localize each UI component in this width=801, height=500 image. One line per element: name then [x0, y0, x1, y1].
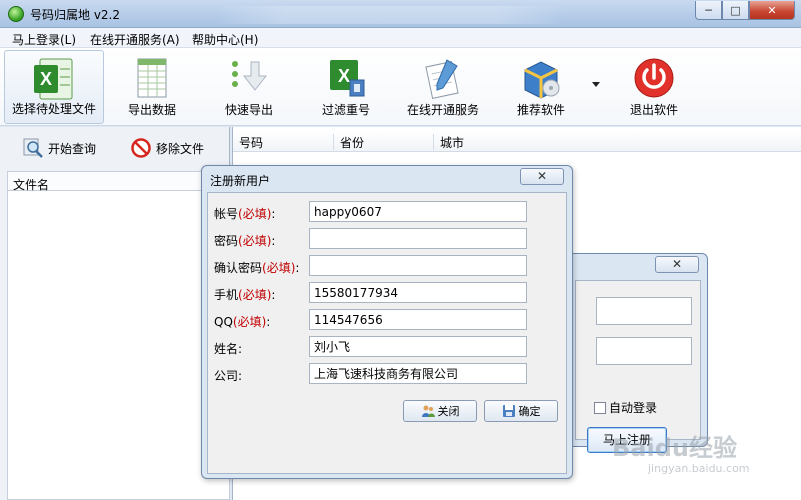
login-dialog-body: 自动登录 马上注册 — [575, 280, 701, 453]
menu-bar: 马上登录(L) 在线开通服务(A) 帮助中心(H) — [0, 28, 801, 48]
left-panel: 开始查询 移除文件 文件名 — [0, 127, 230, 500]
exit-label: 退出软件 — [629, 103, 678, 117]
power-icon — [634, 58, 674, 98]
watermark-sub-text: jingyan.baidu.com — [648, 462, 750, 475]
login-dialog: ✕ 自动登录 马上注册 — [568, 253, 708, 453]
quick-export-button[interactable]: 快速导出 — [216, 50, 282, 124]
online-service-button[interactable]: 在线开通服务 — [402, 50, 484, 124]
name-label: 姓名: — [214, 342, 243, 356]
filter-duplicates-label: 过滤重号 — [321, 103, 370, 117]
menu-online-service[interactable]: 在线开通服务(A) — [90, 31, 180, 48]
svg-text:X: X — [338, 66, 350, 86]
name-input[interactable] — [309, 336, 527, 357]
remove-file-label: 移除文件 — [156, 141, 205, 156]
company-input[interactable] — [309, 363, 527, 384]
watermark-main-text: Baidu经验 — [612, 434, 737, 462]
download-arrow-icon — [232, 61, 268, 91]
register-dialog-title: 注册新用户 — [210, 174, 271, 188]
register-close-button[interactable]: ✕ — [520, 168, 564, 185]
register-form: 帐号(必填): 密码(必填): 确认密码(必填): 手机(必填): QQ(必填)… — [207, 192, 567, 474]
window-title: 号码归属地 v2.2 — [30, 8, 121, 22]
export-data-button[interactable]: 导出数据 — [118, 50, 186, 124]
svg-text:X: X — [40, 69, 52, 89]
excel-file-icon: X — [34, 58, 73, 100]
company-label: 公司: — [214, 369, 243, 383]
dropdown-arrow-icon[interactable] — [592, 82, 600, 87]
remove-file-button[interactable]: 移除文件 — [130, 135, 204, 161]
select-file-button[interactable]: X 选择待处理文件 — [4, 50, 104, 124]
dialog-close-label: 关闭 — [437, 405, 460, 418]
column-city[interactable]: 城市 — [433, 134, 464, 150]
save-icon — [502, 405, 515, 417]
file-list[interactable] — [7, 191, 230, 500]
toolbar: X 选择待处理文件 导出数据 快速导出 X 过滤重号 在线开通服务 推荐软件 退… — [0, 48, 801, 126]
login-close-button[interactable]: ✕ — [655, 256, 699, 273]
menu-login[interactable]: 马上登录(L) — [12, 31, 76, 48]
prohibit-icon — [131, 138, 151, 158]
phone-input[interactable] — [309, 282, 527, 303]
column-province[interactable]: 省份 — [333, 134, 364, 150]
auto-login-option[interactable]: 自动登录 — [594, 399, 657, 416]
document-pen-icon — [425, 59, 459, 99]
confirm-password-label: 确认密码(必填): — [214, 261, 300, 275]
menu-help[interactable]: 帮助中心(H) — [192, 31, 258, 48]
column-number[interactable]: 号码 — [233, 134, 263, 150]
grid-header: 号码 省份 城市 — [233, 130, 801, 152]
auto-login-checkbox[interactable] — [594, 401, 606, 414]
online-service-label: 在线开通服务 — [406, 103, 479, 117]
background-taskbar-ghost — [215, 6, 565, 24]
dialog-close-button[interactable]: 关闭 — [403, 400, 477, 422]
app-icon — [8, 6, 24, 22]
software-box-icon — [524, 61, 560, 99]
file-name-column-header[interactable]: 文件名 — [7, 171, 230, 192]
close-button[interactable]: ✕ — [749, 1, 795, 20]
excel-filter-icon: X — [330, 60, 365, 97]
register-dialog: 注册新用户 ✕ 帐号(必填): 密码(必填): 确认密码(必填): 手机(必填)… — [201, 165, 573, 479]
baidu-watermark: Baidu经验 jingyan.baidu.com — [612, 428, 792, 498]
filter-duplicates-button[interactable]: X 过滤重号 — [312, 50, 380, 124]
magnifier-icon — [23, 138, 43, 158]
password-input[interactable] — [309, 228, 527, 249]
quick-export-label: 快速导出 — [224, 103, 273, 117]
account-input[interactable] — [309, 201, 527, 222]
qq-label: QQ(必填): — [214, 315, 271, 329]
confirm-password-input[interactable] — [309, 255, 527, 276]
start-query-label: 开始查询 — [48, 141, 97, 156]
maximize-button[interactable]: □ — [722, 1, 749, 20]
minimize-button[interactable]: ─ — [695, 1, 722, 20]
exit-button[interactable]: 退出软件 — [622, 50, 686, 124]
login-account-input[interactable] — [596, 297, 692, 325]
phone-label: 手机(必填): — [214, 288, 276, 302]
login-password-input[interactable] — [596, 337, 692, 365]
spreadsheet-icon — [137, 58, 167, 98]
users-icon — [421, 405, 435, 417]
confirm-label: 确定 — [518, 405, 541, 418]
qq-input[interactable] — [309, 309, 527, 330]
title-bar: 号码归属地 v2.2 ─ □ ✕ — [0, 0, 801, 28]
auto-login-label: 自动登录 — [609, 401, 658, 415]
start-query-button[interactable]: 开始查询 — [22, 135, 96, 161]
password-label: 密码(必填): — [214, 234, 276, 248]
recommended-software-label: 推荐软件 — [516, 103, 565, 117]
export-data-label: 导出数据 — [127, 103, 176, 117]
account-label: 帐号(必填): — [214, 207, 276, 221]
select-file-label: 选择待处理文件 — [11, 102, 96, 116]
recommended-software-button[interactable]: 推荐软件 — [508, 50, 574, 124]
window-controls: ─ □ ✕ — [695, 1, 795, 20]
confirm-button[interactable]: 确定 — [484, 400, 558, 422]
